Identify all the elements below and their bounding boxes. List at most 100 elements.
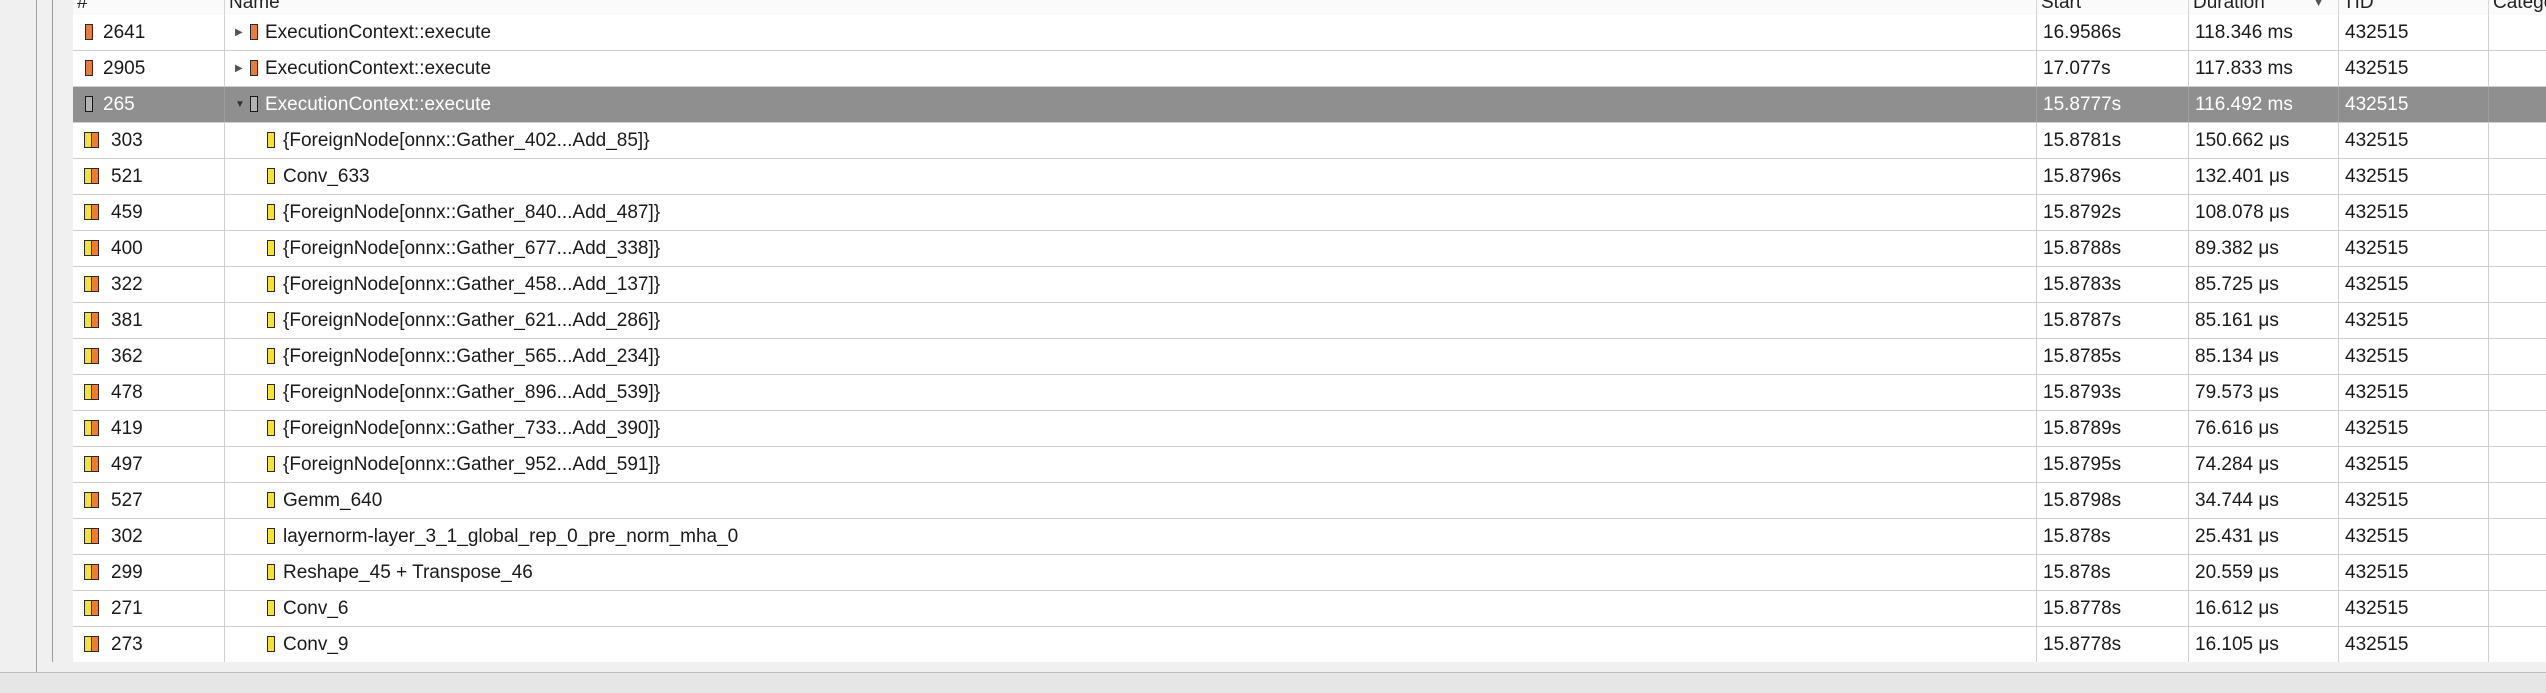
- row-start-cell: 15.8789s: [2037, 411, 2189, 446]
- row-start-cell: 15.8778s: [2037, 591, 2189, 626]
- kernel-marker-icon: [267, 564, 275, 580]
- row-tid: 432515: [2345, 562, 2409, 583]
- range-marker-icon: [250, 96, 258, 112]
- row-tid-cell: 432515: [2339, 375, 2489, 410]
- column-header-category[interactable]: Category: [2489, 0, 2546, 15]
- row-index-cell: 2905: [73, 51, 225, 86]
- table-row[interactable]: 478 {ForeignNode[onnx::Gather_896...Add_5…: [73, 375, 2546, 411]
- row-category-cell: [2489, 375, 2546, 410]
- table-row[interactable]: 419 {ForeignNode[onnx::Gather_733...Add_3…: [73, 411, 2546, 447]
- nested-range-marker-icon: [84, 348, 99, 364]
- nested-range-marker-icon: [84, 492, 99, 508]
- row-duration: 150.662 μs: [2195, 130, 2290, 151]
- row-duration: 85.134 μs: [2195, 346, 2279, 367]
- row-start: 15.8777s: [2043, 94, 2122, 115]
- nested-range-marker-icon: [84, 240, 99, 256]
- expand-arrow-icon[interactable]: ▶: [235, 51, 247, 86]
- table-row[interactable]: 271 Conv_6 15.8778s 16.612 μs 432515: [73, 591, 2546, 627]
- table-row[interactable]: 2641 ▶ ExecutionContext::execute 16.9586s 11…: [73, 15, 2546, 51]
- row-tid-cell: 432515: [2339, 555, 2489, 590]
- row-tid: 432515: [2345, 634, 2409, 655]
- row-index: 419: [111, 418, 143, 439]
- column-header-name[interactable]: Name: [225, 0, 2037, 15]
- row-start: 15.8778s: [2043, 634, 2122, 655]
- row-index: 459: [111, 202, 143, 223]
- row-start-cell: 15.8778s: [2037, 627, 2189, 662]
- row-duration: 108.078 μs: [2195, 202, 2290, 223]
- row-name-cell: {ForeignNode[onnx::Gather_896...Add_539]…: [225, 375, 2037, 410]
- nested-range-marker-icon: [84, 384, 99, 400]
- table-row[interactable]: 497 {ForeignNode[onnx::Gather_952...Add_5…: [73, 447, 2546, 483]
- row-category-cell: [2489, 627, 2546, 662]
- column-header-index[interactable]: #: [73, 0, 225, 15]
- row-duration: 20.559 μs: [2195, 562, 2279, 583]
- row-duration: 132.401 μs: [2195, 166, 2290, 187]
- row-tid: 432515: [2345, 310, 2409, 331]
- row-duration-cell: 118.346 ms: [2189, 15, 2339, 50]
- row-index: 273: [111, 634, 143, 655]
- table-row[interactable]: 381 {ForeignNode[onnx::Gather_621...Add_2…: [73, 303, 2546, 339]
- table-row[interactable]: 527 Gemm_640 15.8798s 34.744 μs 432515: [73, 483, 2546, 519]
- row-name: Reshape_45 + Transpose_46: [283, 562, 533, 583]
- row-start-cell: 15.878s: [2037, 555, 2189, 590]
- table-row[interactable]: 265 ▼ ExecutionContext::execute 15.8777s 116…: [73, 87, 2546, 123]
- table-row[interactable]: 362 {ForeignNode[onnx::Gather_565...Add_2…: [73, 339, 2546, 375]
- kernel-marker-icon: [267, 600, 275, 616]
- table-row[interactable]: 273 Conv_9 15.8778s 16.105 μs 432515: [73, 627, 2546, 662]
- table-row[interactable]: 459 {ForeignNode[onnx::Gather_840...Add_4…: [73, 195, 2546, 231]
- row-index: 400: [111, 238, 143, 259]
- row-start: 15.8788s: [2043, 238, 2122, 259]
- kernel-marker-icon: [267, 240, 275, 256]
- row-name-cell: Reshape_45 + Transpose_46: [225, 555, 2037, 590]
- row-name: {ForeignNode[onnx::Gather_402...Add_85]}: [283, 130, 650, 151]
- row-duration-cell: 25.431 μs: [2189, 519, 2339, 554]
- row-tid-cell: 432515: [2339, 339, 2489, 374]
- table-row[interactable]: 302 layernorm-layer_3_1_global_rep_0_pre_…: [73, 519, 2546, 555]
- row-duration-cell: 16.612 μs: [2189, 591, 2339, 626]
- row-index: 497: [111, 454, 143, 475]
- row-index: 322: [111, 274, 143, 295]
- row-name-cell: {ForeignNode[onnx::Gather_840...Add_487]…: [225, 195, 2037, 230]
- table-row[interactable]: 299 Reshape_45 + Transpose_46 15.878s 20.55…: [73, 555, 2546, 591]
- nested-range-marker-icon: [84, 312, 99, 328]
- table-row[interactable]: 322 {ForeignNode[onnx::Gather_458...Add_1…: [73, 267, 2546, 303]
- row-index: 2905: [103, 58, 146, 79]
- expand-arrow-icon[interactable]: ▶: [235, 15, 247, 50]
- row-category-cell: [2489, 519, 2546, 554]
- table-row[interactable]: 2905 ▶ ExecutionContext::execute 17.077s 117…: [73, 51, 2546, 87]
- row-category-cell: [2489, 123, 2546, 158]
- kernel-marker-icon: [267, 420, 275, 436]
- row-tid-cell: 432515: [2339, 483, 2489, 518]
- range-marker-icon: [250, 24, 258, 40]
- row-tid-cell: 432515: [2339, 519, 2489, 554]
- events-tree-grid[interactable]: # Name Start Duration ▼ TID Category 264…: [73, 0, 2546, 662]
- row-duration-cell: 132.401 μs: [2189, 159, 2339, 194]
- collapse-arrow-icon[interactable]: ▼: [235, 87, 247, 122]
- column-header-tid[interactable]: TID: [2339, 0, 2489, 15]
- column-header-duration[interactable]: Duration ▼: [2189, 0, 2339, 15]
- row-duration: 118.346 ms: [2195, 22, 2293, 43]
- table-row[interactable]: 521 Conv_633 15.8796s 132.401 μs 432515: [73, 159, 2546, 195]
- row-category-cell: [2489, 303, 2546, 338]
- table-row[interactable]: 400 {ForeignNode[onnx::Gather_677...Add_3…: [73, 231, 2546, 267]
- row-duration: 16.105 μs: [2195, 634, 2279, 655]
- nested-range-marker-icon: [84, 456, 99, 472]
- column-header-start[interactable]: Start: [2037, 0, 2189, 15]
- row-tid: 432515: [2345, 58, 2409, 79]
- row-index-cell: 381: [73, 303, 225, 338]
- row-tid: 432515: [2345, 22, 2409, 43]
- row-start: 15.8781s: [2043, 130, 2122, 151]
- row-start-cell: 15.8788s: [2037, 231, 2189, 266]
- horizontal-scrollbar[interactable]: [0, 672, 2546, 693]
- nested-range-marker-icon: [84, 600, 99, 616]
- row-name: {ForeignNode[onnx::Gather_565...Add_234]…: [283, 346, 661, 367]
- row-start: 15.8783s: [2043, 274, 2122, 295]
- row-tid-cell: 432515: [2339, 627, 2489, 662]
- kernel-marker-icon: [267, 312, 275, 328]
- row-index-cell: 303: [73, 123, 225, 158]
- row-index-cell: 527: [73, 483, 225, 518]
- nested-range-marker-icon: [84, 636, 99, 652]
- row-start: 15.8789s: [2043, 418, 2122, 439]
- table-row[interactable]: 303 {ForeignNode[onnx::Gather_402...Add_8…: [73, 123, 2546, 159]
- row-category-cell: [2489, 87, 2546, 122]
